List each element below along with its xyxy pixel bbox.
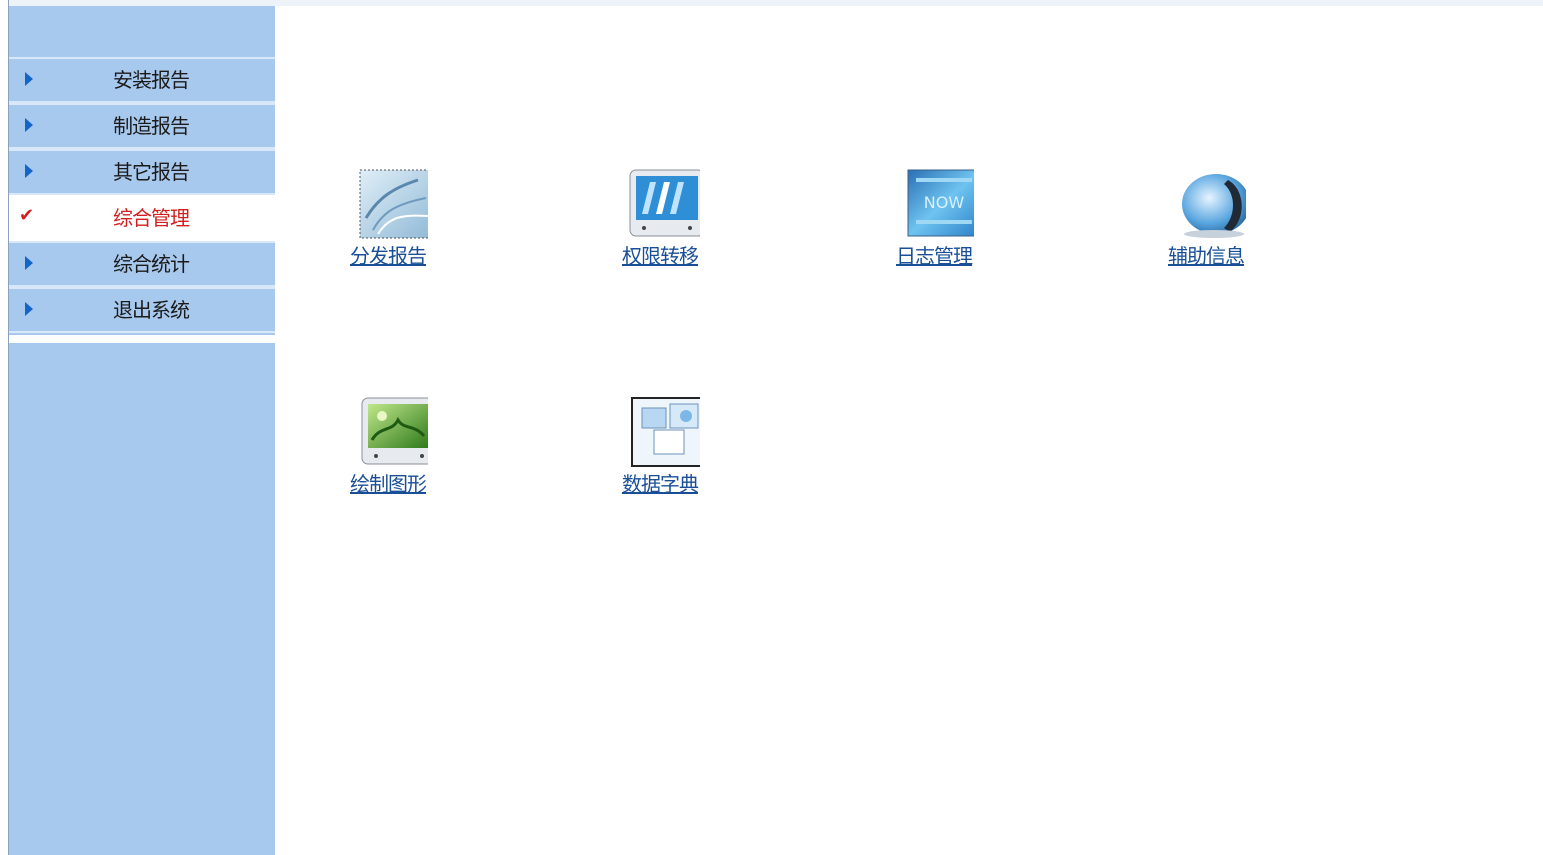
tile-label[interactable]: 权限转移 xyxy=(610,240,710,269)
sidebar-item-label: 综合统计 xyxy=(113,252,190,276)
draw-graphics-icon xyxy=(361,397,428,465)
sidebar-header xyxy=(9,6,275,57)
sidebar-item-general-statistics[interactable]: 综合统计 xyxy=(9,241,275,287)
window-left-edge xyxy=(0,0,9,855)
arrow-right-icon xyxy=(25,302,33,316)
sidebar-item-label: 安装报告 xyxy=(113,68,190,92)
arrow-right-icon xyxy=(25,118,33,132)
tile-distribute-report[interactable]: 分发报告 xyxy=(338,168,438,269)
tile-label[interactable]: 辅助信息 xyxy=(1156,240,1256,269)
tile-permission-transfer[interactable]: 权限转移 xyxy=(610,168,710,269)
tile-label[interactable]: 分发报告 xyxy=(338,240,438,269)
distribute-report-icon xyxy=(359,169,428,239)
arrow-right-icon xyxy=(25,256,33,270)
sidebar-item-label: 退出系统 xyxy=(113,298,190,322)
arrow-right-icon xyxy=(25,164,33,178)
tile-label[interactable]: 日志管理 xyxy=(884,240,984,269)
sidebar-item-general-management[interactable]: ✔ 综合管理 xyxy=(9,195,275,241)
sidebar-item-label: 其它报告 xyxy=(113,160,190,184)
auxiliary-info-icon xyxy=(1182,174,1246,238)
tile-label[interactable]: 绘制图形 xyxy=(338,468,438,497)
checkmark-icon: ✔ xyxy=(19,205,35,226)
sidebar-divider xyxy=(9,335,275,343)
sidebar: 安装报告 制造报告 其它报告 ✔ 综合管理 综合统计 退出系统 xyxy=(9,6,275,855)
sidebar-item-manufacture-report[interactable]: 制造报告 xyxy=(9,103,275,149)
tile-data-dictionary[interactable]: 数据字典 xyxy=(610,396,710,497)
arrow-right-icon xyxy=(25,72,33,86)
sidebar-item-label: 制造报告 xyxy=(113,114,190,138)
permission-transfer-icon xyxy=(629,169,700,237)
sidebar-item-install-report[interactable]: 安装报告 xyxy=(9,57,275,103)
svg-text:NOW: NOW xyxy=(924,193,965,212)
sidebar-item-other-report[interactable]: 其它报告 xyxy=(9,149,275,195)
tile-auxiliary-info[interactable]: 辅助信息 xyxy=(1156,168,1256,269)
tile-draw-graphics[interactable]: 绘制图形 xyxy=(338,396,438,497)
tile-log-management[interactable]: NOW 日志管理 xyxy=(884,168,984,269)
log-management-icon: NOW xyxy=(907,169,974,237)
data-dictionary-icon xyxy=(631,397,700,467)
sidebar-item-label: 综合管理 xyxy=(113,206,190,230)
sidebar-item-exit-system[interactable]: 退出系统 xyxy=(9,287,275,333)
tile-label[interactable]: 数据字典 xyxy=(610,468,710,497)
